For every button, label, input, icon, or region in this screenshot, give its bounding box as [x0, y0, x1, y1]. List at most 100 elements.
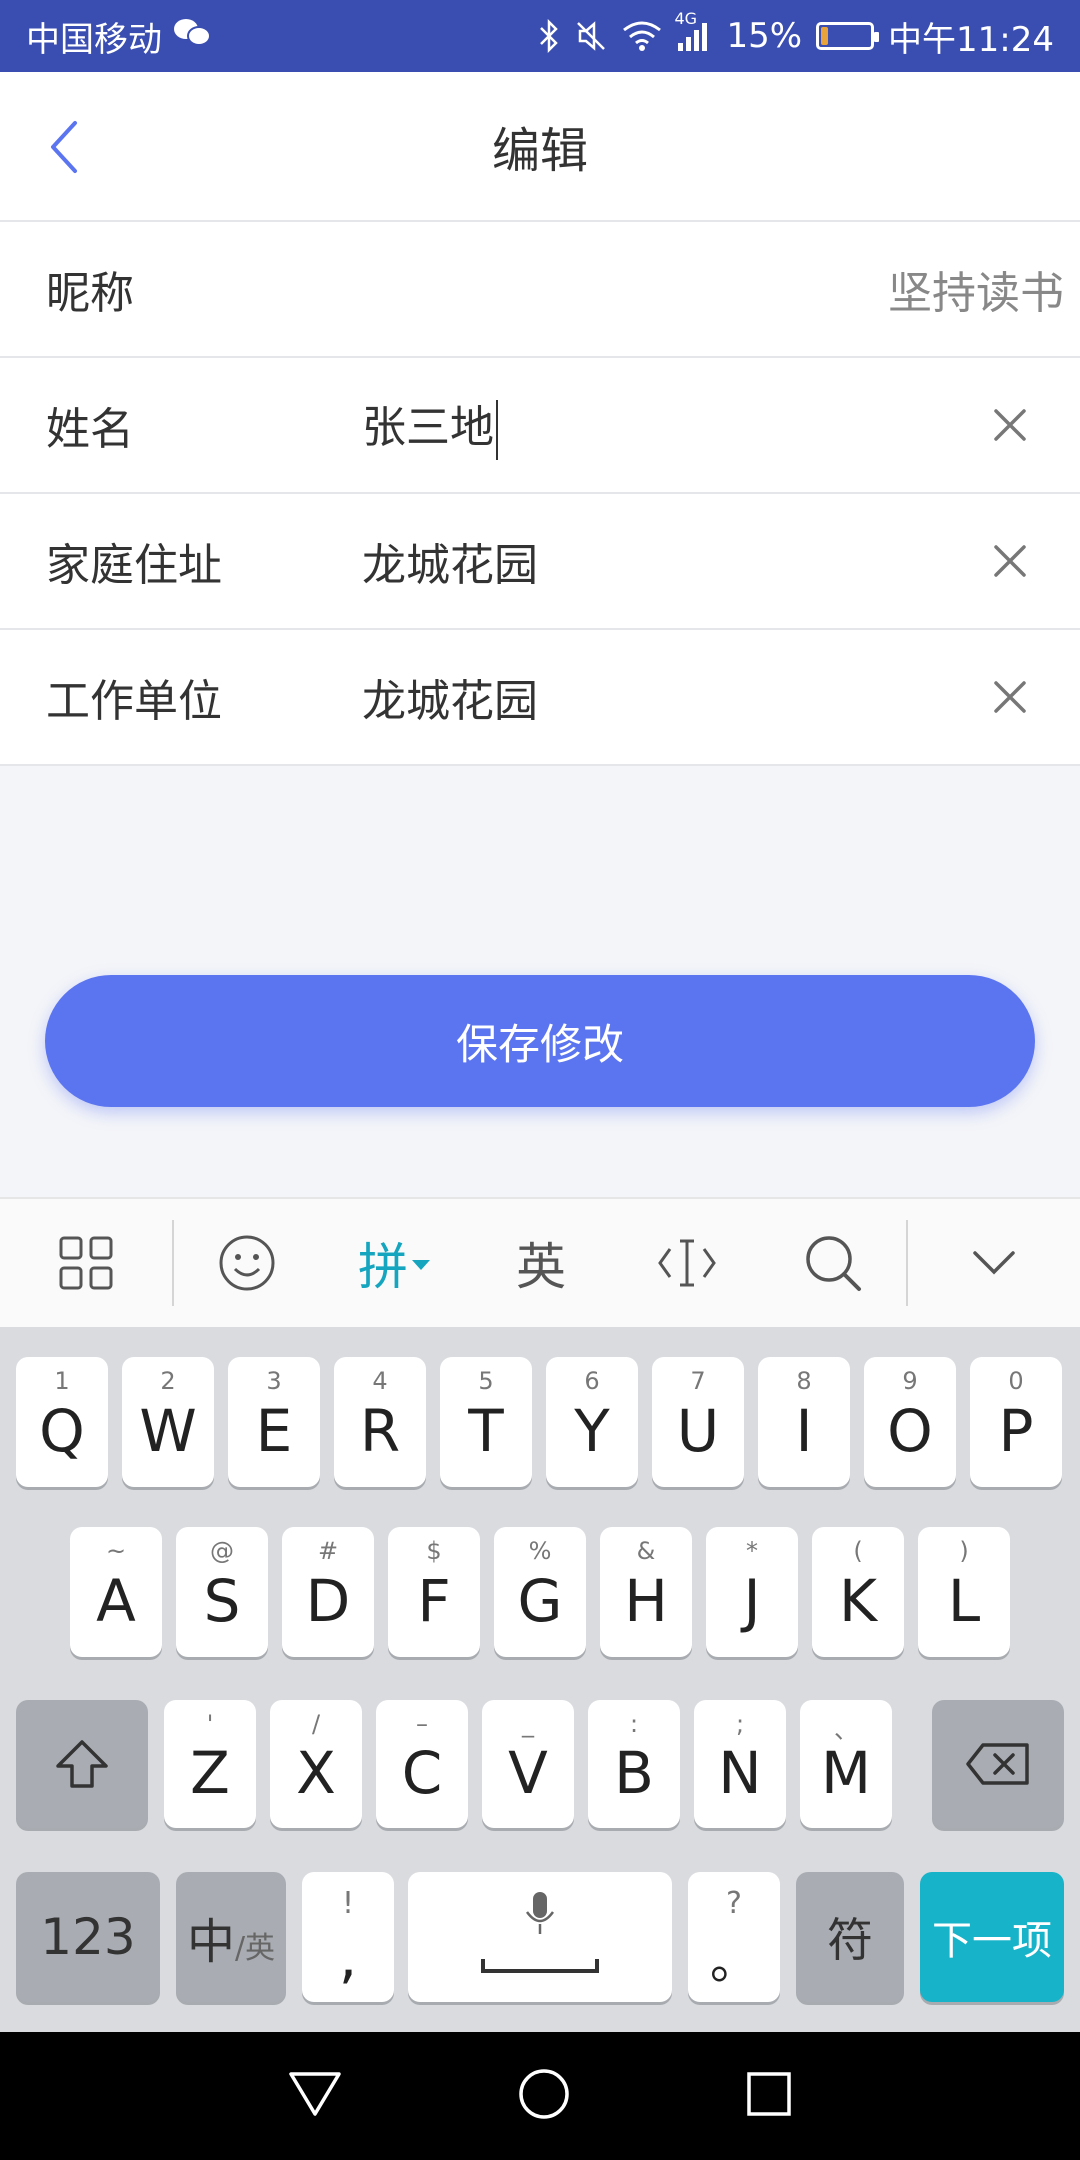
name-input-text: 张三地 — [362, 401, 494, 453]
cursor-edit-button[interactable] — [614, 1198, 760, 1328]
key-hint: ~ — [105, 1537, 127, 1565]
key-letter: G — [517, 1567, 563, 1635]
key-letter: L — [947, 1567, 981, 1635]
key-letter: Q — [39, 1397, 85, 1465]
battery-percent: 15% — [726, 16, 803, 56]
key-u[interactable]: 7U — [652, 1357, 744, 1487]
clear-name-button[interactable] — [980, 395, 1040, 455]
next-field-key[interactable]: 下一项 — [920, 1872, 1064, 2002]
backspace-icon — [966, 1743, 1029, 1785]
period-key[interactable]: ? 。 — [688, 1872, 780, 2002]
keyboard-toolbar: 拼 英 — [0, 1197, 1080, 1327]
workplace-row: 工作单位 龙城花园 — [0, 630, 1080, 766]
key-c[interactable]: – C — [376, 1700, 468, 1828]
key-v[interactable]: _ V — [482, 1700, 574, 1828]
key-k[interactable]: (K — [812, 1527, 904, 1657]
key-i[interactable]: 8I — [758, 1357, 850, 1487]
english-mode-button[interactable]: 英 — [468, 1198, 614, 1328]
signal-icon: 4G — [674, 9, 712, 51]
mute-icon — [574, 19, 608, 53]
key-letter: A — [96, 1567, 136, 1635]
page-title: 编辑 — [491, 123, 588, 179]
key-letter: U — [676, 1397, 720, 1465]
name-row: 姓名 张三地 — [0, 358, 1080, 494]
key-hint: $ — [426, 1537, 442, 1565]
next-field-key-label: 下一项 — [932, 1918, 1052, 1964]
symbols-key[interactable]: 符 — [796, 1872, 904, 2002]
close-icon — [994, 545, 1026, 577]
key-letter: I — [795, 1397, 813, 1465]
language-switch-key[interactable]: 中/英 — [176, 1872, 286, 2002]
emoji-button[interactable] — [174, 1198, 320, 1328]
clear-workplace-button[interactable] — [980, 667, 1040, 727]
key-hint: ' — [206, 1710, 214, 1738]
key-t[interactable]: 5T — [440, 1357, 532, 1487]
app-header: 编辑 — [0, 72, 1080, 222]
key-g[interactable]: % G — [494, 1527, 586, 1657]
key-l[interactable]: ) L — [918, 1527, 1010, 1657]
comma-key[interactable]: ! , — [302, 1872, 394, 2002]
key-letter: B — [614, 1739, 654, 1807]
space-key[interactable] — [408, 1872, 672, 2002]
key-x[interactable]: / X — [270, 1700, 362, 1828]
key-p[interactable]: 0P — [970, 1357, 1062, 1487]
key-s[interactable]: @ S — [176, 1527, 268, 1657]
save-changes-button[interactable]: 保存修改 — [45, 975, 1035, 1107]
pinyin-mode-button[interactable]: 拼 — [320, 1198, 468, 1328]
key-letter: F — [417, 1567, 451, 1635]
key-d[interactable]: # D — [282, 1527, 374, 1657]
key-letter: D — [305, 1567, 351, 1635]
nav-home-button[interactable] — [517, 2067, 571, 2125]
nav-back-button[interactable] — [287, 2069, 343, 2123]
key-hint: 2 — [160, 1367, 176, 1395]
key-o[interactable]: 9O — [864, 1357, 956, 1487]
name-input[interactable]: 张三地 — [362, 391, 980, 460]
key-hint: 6 — [584, 1367, 600, 1395]
search-button[interactable] — [760, 1198, 906, 1328]
nickname-row[interactable]: 昵称 坚持读书 — [0, 222, 1080, 358]
key-z[interactable]: ' Z — [164, 1700, 256, 1828]
home-address-row: 家庭住址 龙城花园 — [0, 494, 1080, 630]
hide-keyboard-button[interactable] — [908, 1198, 1080, 1328]
key-hint: 0 — [1008, 1367, 1024, 1395]
key-hint: : — [629, 1710, 639, 1738]
key-letter: Z — [190, 1739, 230, 1807]
microphone-icon — [525, 1892, 555, 1934]
key-hint: * — [746, 1537, 758, 1565]
key-w[interactable]: 2W — [122, 1357, 214, 1487]
close-icon — [994, 681, 1026, 713]
carrier-name: 中国移动 — [26, 19, 162, 60]
close-icon — [994, 409, 1026, 441]
back-button[interactable] — [30, 112, 100, 182]
backspace-key[interactable] — [932, 1700, 1064, 1828]
key-letter: Y — [574, 1397, 610, 1465]
key-m[interactable]: 、 M — [800, 1700, 892, 1828]
workplace-input[interactable]: 龙城花园 — [362, 665, 980, 729]
numbers-key[interactable]: 123 — [16, 1872, 160, 2002]
shift-key[interactable] — [16, 1700, 148, 1828]
symbols-key-label: 符 — [827, 1913, 873, 1967]
key-hint: 5 — [478, 1367, 494, 1395]
key-h[interactable]: & H — [600, 1527, 692, 1657]
key-n[interactable]: ; N — [694, 1700, 786, 1828]
key-b[interactable]: :B — [588, 1700, 680, 1828]
key-hint: 8 — [796, 1367, 812, 1395]
apps-grid-button[interactable] — [0, 1198, 172, 1328]
key-j[interactable]: * J — [706, 1527, 798, 1657]
key-y[interactable]: 6Y — [546, 1357, 638, 1487]
key-hint: ; — [735, 1710, 745, 1738]
key-q[interactable]: 1Q — [16, 1357, 108, 1487]
battery-icon — [816, 22, 880, 50]
key-a[interactable]: ~ A — [70, 1527, 162, 1657]
comma-key-label: , — [338, 1923, 358, 1991]
square-recents-icon — [747, 2072, 791, 2116]
key-hint: & — [636, 1537, 656, 1565]
key-f[interactable]: $ F — [388, 1527, 480, 1657]
clear-home-address-button[interactable] — [980, 531, 1040, 591]
key-e[interactable]: 3E — [228, 1357, 320, 1487]
triangle-back-icon — [289, 2072, 341, 2116]
clock: 中午11:24 — [888, 19, 1054, 60]
home-address-input[interactable]: 龙城花园 — [362, 529, 980, 593]
nav-recents-button[interactable] — [745, 2070, 793, 2122]
key-r[interactable]: 4R — [334, 1357, 426, 1487]
